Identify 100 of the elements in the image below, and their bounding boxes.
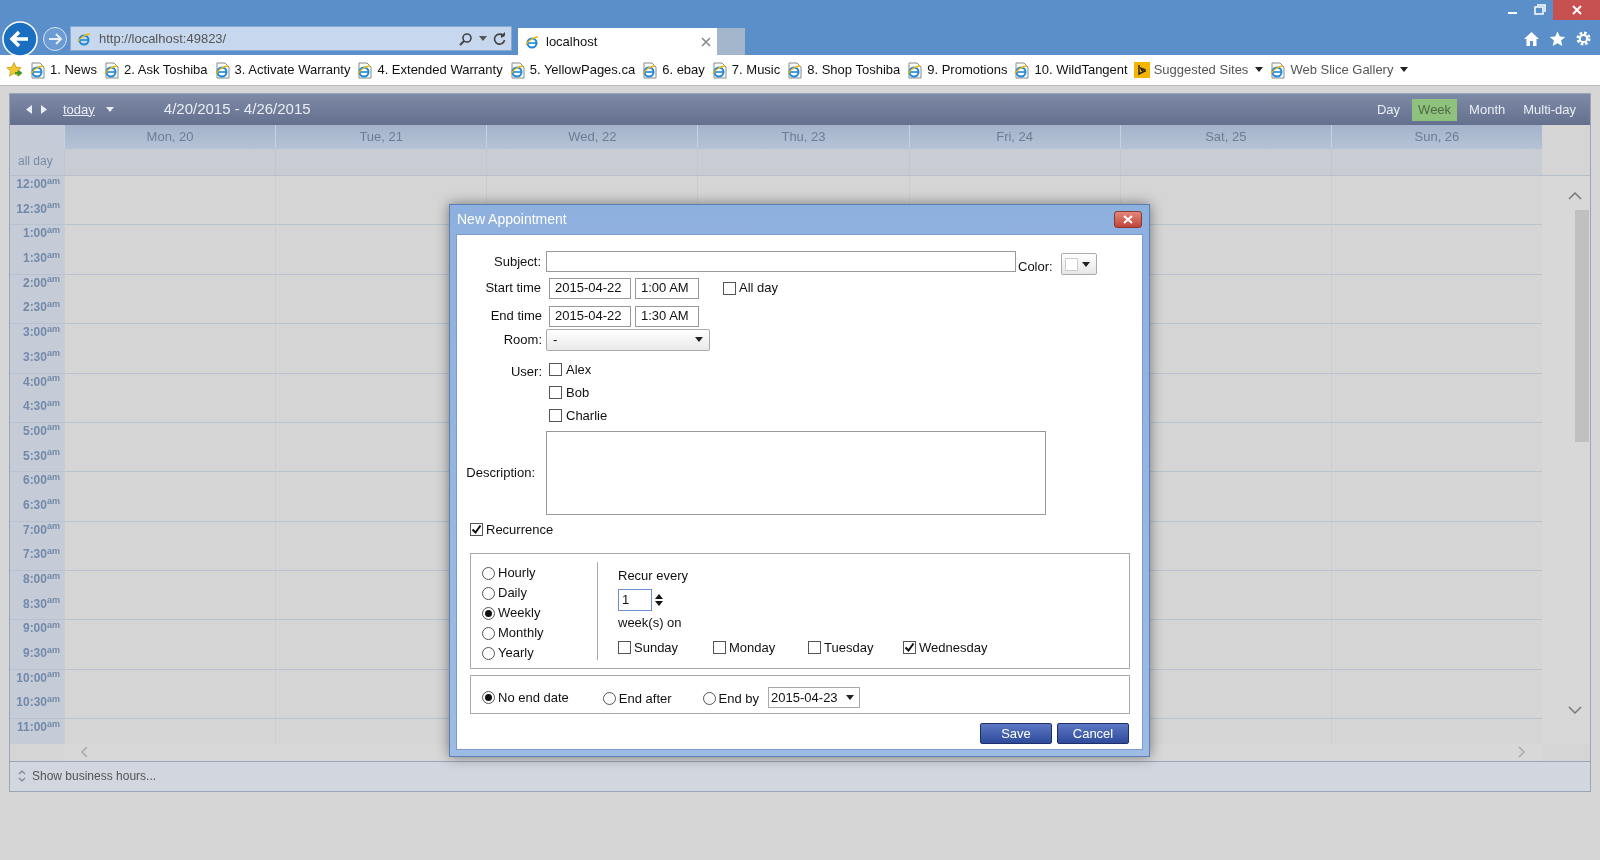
page-icon	[1013, 61, 1031, 79]
checkbox[interactable]	[549, 363, 562, 376]
checkbox[interactable]	[549, 409, 562, 422]
spinner-arrows-icon[interactable]	[655, 593, 663, 606]
scrollbar-thumb[interactable]	[1575, 210, 1589, 442]
date-field[interactable]: 2015-04-22	[549, 305, 631, 327]
favorites-link[interactable]: 10. WildTangent	[1013, 60, 1128, 80]
star-icon[interactable]	[1549, 30, 1566, 47]
all-day-cell[interactable]	[1330, 149, 1542, 175]
time-label: 2:00$^{am}$	[22, 274, 60, 291]
room-select[interactable]: -	[546, 328, 710, 351]
caret-icon	[845, 694, 854, 700]
page-icon	[102, 61, 120, 79]
radio-button[interactable]	[702, 692, 716, 706]
checkbox-label: Bob	[566, 383, 590, 402]
checkbox-label: Monday	[729, 638, 776, 657]
favorites-link[interactable]: 4. Extended Warranty	[356, 60, 503, 80]
bing-logo-icon	[1133, 62, 1150, 78]
favorites-link[interactable]: Suggested Sites	[1133, 60, 1264, 80]
date-select[interactable]: 2015-04-23	[768, 686, 861, 708]
favorites-link[interactable]: 8. Shop Toshiba	[786, 60, 901, 80]
favorites-link[interactable]: 5. YellowPages.ca	[508, 60, 636, 80]
favorites-link[interactable]: 1. News	[29, 60, 97, 80]
favorites-star-icon[interactable]	[6, 62, 23, 78]
next-icon[interactable]	[41, 105, 47, 114]
color-picker[interactable]	[1060, 253, 1097, 276]
time-label: 1:00$^{am}$	[22, 225, 60, 242]
close-icon[interactable]	[701, 36, 711, 47]
radio-button[interactable]	[482, 606, 495, 620]
home-icon[interactable]	[1523, 30, 1540, 47]
favorites-link[interactable]: 2. Ask Toshiba	[102, 60, 208, 80]
radio-label: Yearly	[498, 644, 534, 663]
subject-field[interactable]	[546, 251, 1016, 273]
close-button[interactable]	[1553, 0, 1600, 20]
all-day-cell[interactable]	[908, 149, 1120, 175]
all-day-cell[interactable]	[697, 149, 909, 175]
field-label: Color:	[1018, 258, 1053, 276]
expand-icon[interactable]	[18, 769, 26, 784]
view-tab[interactable]: Day	[1371, 98, 1407, 121]
favorites-link[interactable]: Web Slice Gallery	[1269, 60, 1409, 80]
forward-button-icon[interactable]	[42, 25, 68, 52]
checkbox[interactable]	[713, 641, 726, 654]
day-header: Sun, 26	[1330, 125, 1542, 149]
date-range: 4/20/2015 - 4/26/2015	[163, 99, 311, 120]
close-button[interactable]	[1114, 211, 1142, 228]
field-label: Start time	[484, 279, 541, 298]
favorites-link[interactable]: 3. Activate Warranty	[213, 60, 351, 80]
back-button-icon[interactable]	[1, 20, 39, 57]
time-label: 10:30$^{am}$	[16, 694, 60, 711]
radio-button[interactable]	[482, 646, 495, 660]
recur-interval-field[interactable]: 1	[618, 588, 652, 611]
checkbox[interactable]	[618, 641, 631, 654]
checkbox-label: Sunday	[634, 638, 679, 657]
all-day-cell[interactable]	[64, 149, 276, 175]
url-text: http://localhost:49823/	[99, 29, 228, 48]
radio-label: Monthly	[498, 624, 544, 643]
field-label: Description:	[465, 463, 535, 482]
all-day-cell[interactable]	[1119, 149, 1331, 175]
radio-button[interactable]	[482, 566, 495, 580]
search-icon[interactable]	[459, 31, 473, 46]
favorites-link[interactable]: 6. ebay	[641, 60, 705, 80]
caret-icon	[1400, 67, 1409, 73]
caret-icon[interactable]	[479, 35, 487, 42]
time-field[interactable]: 1:00 AM	[635, 277, 699, 299]
checkbox-label: Tuesday	[824, 638, 874, 657]
scroll-down-icon[interactable]	[1568, 706, 1582, 715]
address-bar[interactable]: http://localhost:49823/	[70, 26, 512, 51]
favorites-link[interactable]: 7. Music	[710, 60, 781, 80]
settings-icon[interactable]	[1575, 30, 1592, 47]
browser-logo-icon	[524, 33, 541, 50]
radio-button[interactable]	[482, 626, 495, 640]
checkbox[interactable]	[808, 641, 821, 654]
previous-icon[interactable]	[26, 105, 32, 114]
date-field[interactable]: 2015-04-22	[549, 277, 631, 299]
radio-button[interactable]	[482, 691, 495, 705]
day-header: Fri, 24	[908, 125, 1120, 149]
all-day-cell[interactable]	[486, 149, 698, 175]
all-day-cell[interactable]	[275, 149, 487, 175]
today-link[interactable]: today	[63, 99, 95, 120]
radio-button[interactable]	[602, 692, 616, 706]
caret-icon[interactable]	[105, 106, 114, 113]
field-label: End time	[489, 307, 542, 326]
description-field[interactable]	[546, 430, 1046, 515]
view-tab[interactable]: Multi-day	[1517, 98, 1582, 121]
scroll-up-icon[interactable]	[1568, 191, 1582, 200]
browser-tab[interactable]: localhost	[518, 28, 717, 55]
checkbox[interactable]	[903, 641, 916, 654]
dialog-button[interactable]: Save	[980, 723, 1052, 744]
page-icon	[356, 61, 374, 79]
favorites-link[interactable]: 9. Promotions	[906, 60, 1008, 80]
checkbox[interactable]	[470, 522, 483, 536]
view-tab[interactable]: Month	[1463, 98, 1512, 121]
checkbox[interactable]	[723, 281, 736, 295]
refresh-icon[interactable]	[493, 32, 506, 45]
time-field[interactable]: 1:30 AM	[635, 305, 699, 327]
dialog-button[interactable]: Cancel	[1057, 723, 1129, 744]
checkbox[interactable]	[549, 386, 562, 399]
time-label: 9:30$^{am}$	[22, 645, 60, 662]
radio-button[interactable]	[482, 586, 495, 600]
show-business-hours-link[interactable]: Show business hours...	[32, 767, 157, 786]
